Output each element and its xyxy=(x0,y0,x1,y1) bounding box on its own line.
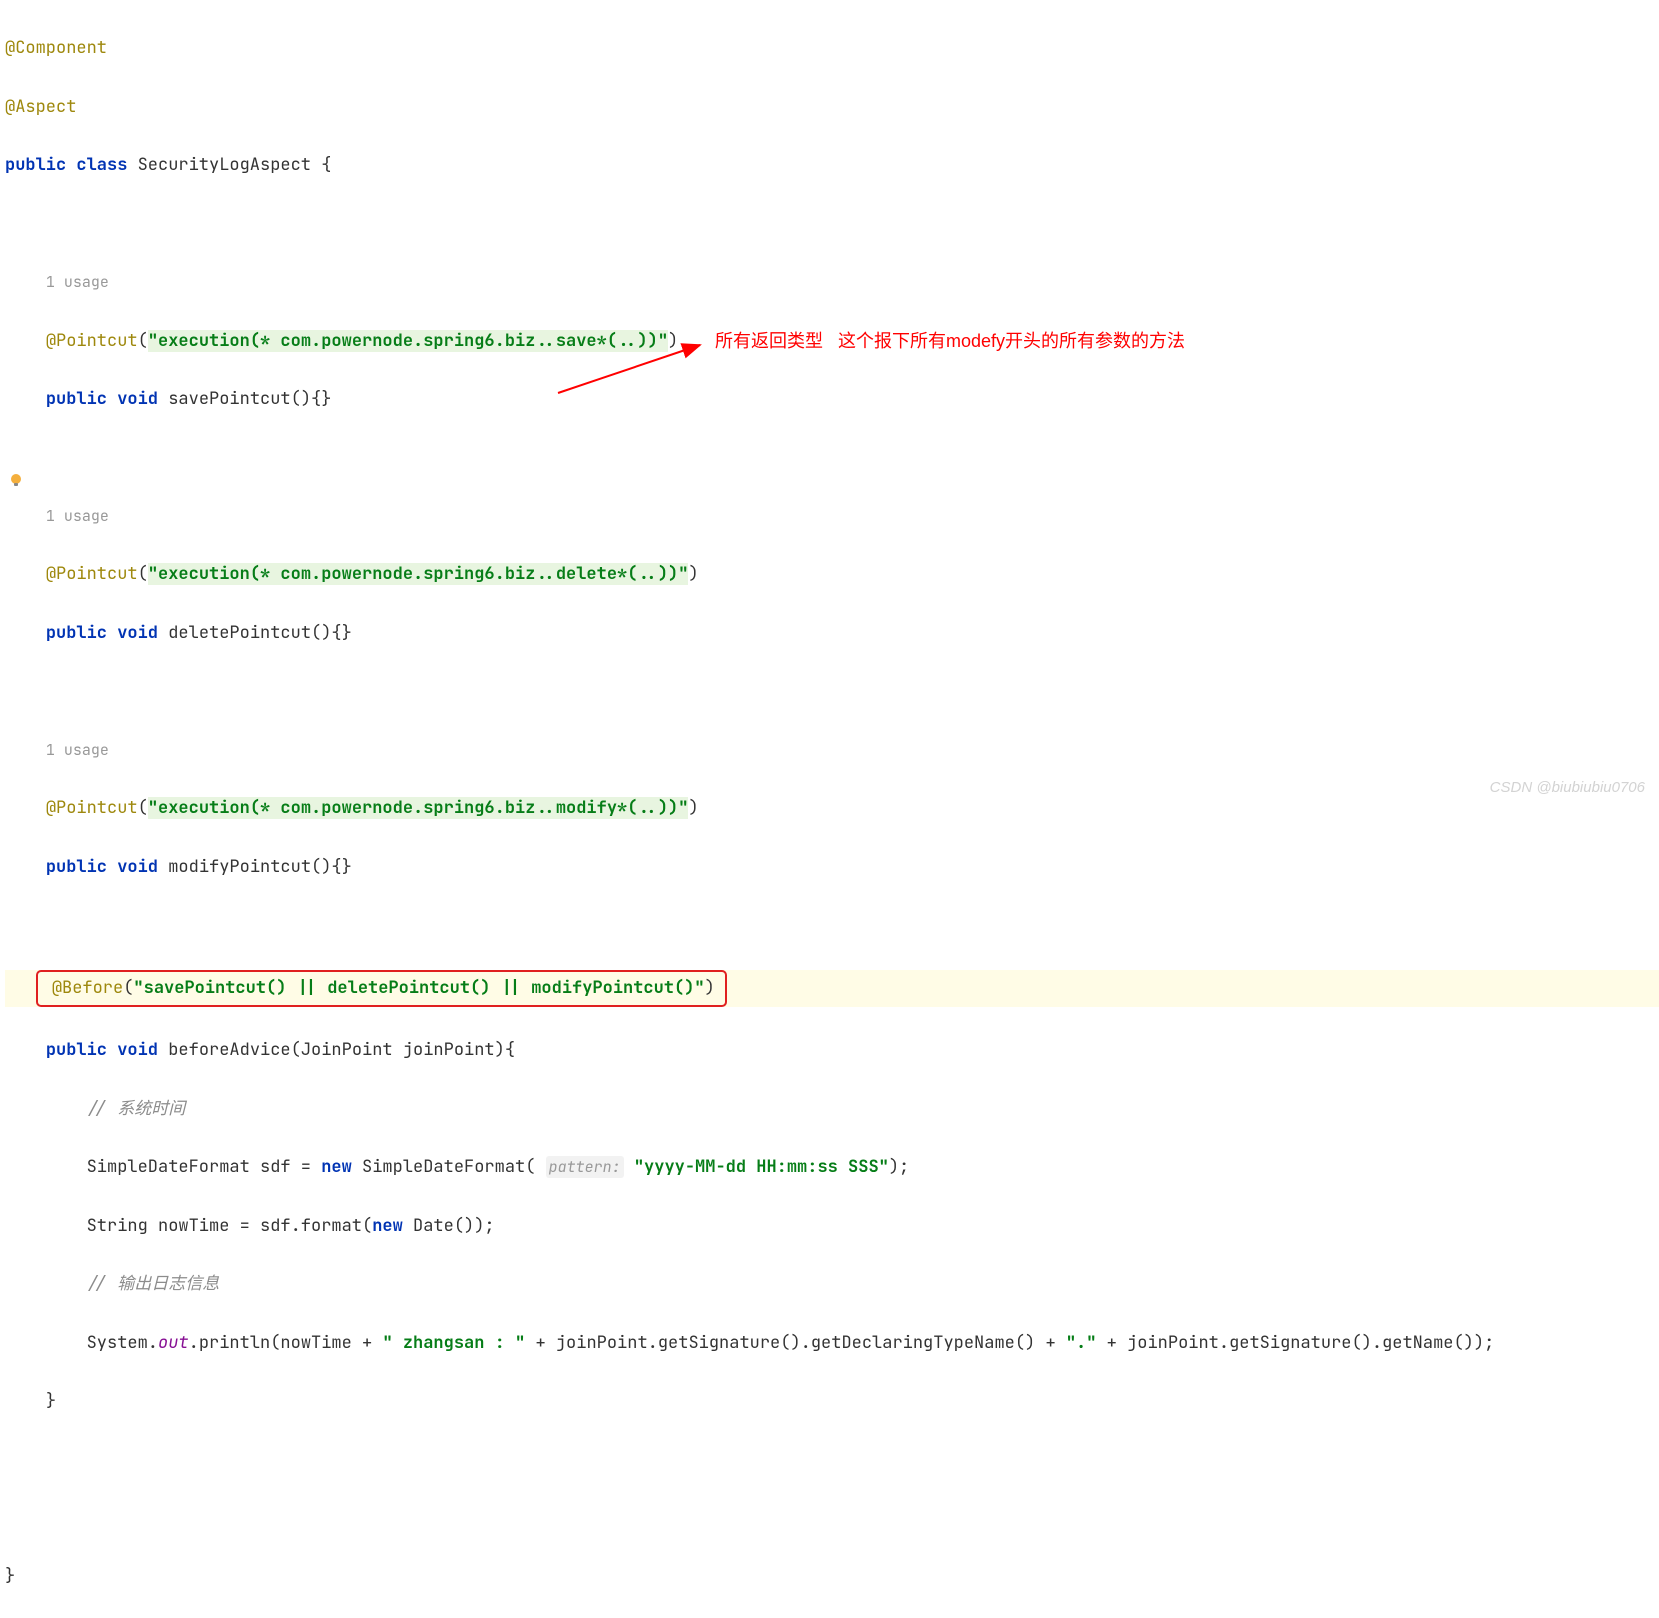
paren: ) xyxy=(688,797,698,819)
paren: ( xyxy=(123,977,133,999)
pointcut-str-1: "execution(* com.powernode.spring6.biz..… xyxy=(148,330,668,352)
method-keyword: public void xyxy=(46,856,158,878)
annotation-aspect: @Aspect xyxy=(5,96,76,118)
pointcut-ann-3: @Pointcut xyxy=(46,797,138,819)
comment-1: // 系统时间 xyxy=(87,1098,186,1120)
paren: ) xyxy=(668,330,678,352)
sdf-prefix: SimpleDateFormat sdf = xyxy=(87,1156,322,1178)
code-editor[interactable]: @Component @Aspect public class Security… xyxy=(0,0,1659,1618)
watermark: CSDN @biubiubiu0706 xyxy=(1490,775,1645,801)
brace-close-class: } xyxy=(5,1565,15,1587)
paren: ) xyxy=(688,563,698,585)
pointcut-ann-2: @Pointcut xyxy=(46,563,138,585)
method-name-4: beforeAdvice(JoinPoint joinPoint){ xyxy=(158,1039,515,1061)
println-p2: .println(nowTime + xyxy=(189,1332,383,1354)
before-str: "savePointcut() || deletePointcut() || m… xyxy=(133,977,704,999)
println-str1: " zhangsan : " xyxy=(382,1332,525,1354)
usage-hint-2: 1 usage xyxy=(46,506,109,526)
method-name-3: modifyPointcut(){} xyxy=(158,856,352,878)
println-p1: System. xyxy=(87,1332,158,1354)
class-name: SecurityLogAspect xyxy=(138,154,311,176)
method-keyword: public void xyxy=(46,1039,158,1061)
intention-bulb-icon[interactable] xyxy=(8,472,24,488)
pointcut-str-3: "execution(* com.powernode.spring6.biz..… xyxy=(148,797,689,819)
println-str2: "." xyxy=(1066,1332,1097,1354)
paren: ) xyxy=(705,977,715,999)
method-name-1: savePointcut(){} xyxy=(158,388,331,410)
println-p3: + joinPoint.getSignature().getDeclaringT… xyxy=(525,1332,1066,1354)
annotation-text: 所有返回类型 这个报下所有modefy开头的所有参数的方法 xyxy=(715,326,1185,357)
brace-open: { xyxy=(311,154,331,176)
paren: ( xyxy=(138,563,148,585)
annotation-component: @Component xyxy=(5,37,107,59)
brace-close: } xyxy=(46,1390,56,1412)
nowtime-prefix: String nowTime = sdf.format( xyxy=(87,1215,373,1237)
comment-2: // 输出日志信息 xyxy=(87,1273,220,1295)
before-ann: @Before xyxy=(52,977,123,999)
new-keyword: new xyxy=(372,1215,403,1237)
method-keyword: public void xyxy=(46,388,158,410)
paren: ( xyxy=(138,797,148,819)
paren: ( xyxy=(138,330,148,352)
usage-hint-1: 1 usage xyxy=(46,272,109,292)
method-keyword: public void xyxy=(46,622,158,644)
sdf-ctor: SimpleDateFormat( xyxy=(352,1156,546,1178)
pointcut-ann-1: @Pointcut xyxy=(46,330,138,352)
println-p4: + joinPoint.getSignature().getName()); xyxy=(1096,1332,1494,1354)
class-keyword: public class xyxy=(5,154,127,176)
pointcut-str-2: "execution(* com.powernode.spring6.biz..… xyxy=(148,563,689,585)
before-highlight-box: @Before("savePointcut() || deletePointcu… xyxy=(36,970,727,1007)
param-hint: pattern: xyxy=(546,1156,624,1178)
usage-hint-3: 1 usage xyxy=(46,740,109,760)
sdf-pattern: "yyyy-MM-dd HH:mm:ss SSS" xyxy=(634,1156,889,1178)
nowtime-rest: Date()); xyxy=(403,1215,495,1237)
out-field: out xyxy=(158,1332,189,1354)
method-name-2: deletePointcut(){} xyxy=(158,622,352,644)
new-keyword: new xyxy=(321,1156,352,1178)
sdf-close: ); xyxy=(889,1156,909,1178)
